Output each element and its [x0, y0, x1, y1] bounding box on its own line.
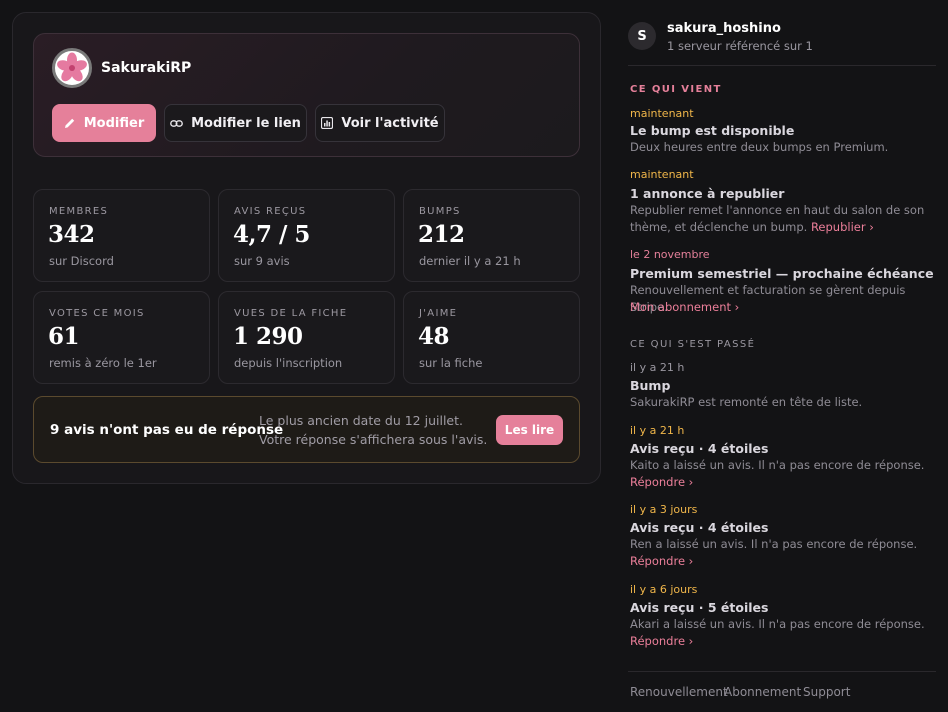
stat-label: AVIS REÇUS: [234, 206, 307, 217]
footer-link-renewal[interactable]: Renouvellement: [630, 685, 728, 699]
link-icon: [170, 119, 183, 127]
stat-label: VUES DE LA FICHE: [234, 308, 348, 319]
republish-link[interactable]: Republier ›: [811, 220, 874, 234]
stat-card-likes: J'AIME 48 sur la fiche: [403, 291, 580, 384]
stat-label: MEMBRES: [49, 206, 109, 217]
divider: [628, 671, 936, 672]
stat-card-views: VUES DE LA FICHE 1 290 depuis l'inscript…: [218, 291, 395, 384]
footer-link-support[interactable]: Support: [803, 685, 850, 699]
stat-sub: remis à zéro le 1er: [49, 356, 157, 370]
event-title: 1 annonce à republier: [630, 186, 785, 201]
user-servers-count: 1 serveur référencé sur 1: [667, 39, 813, 53]
stat-sub: sur la fiche: [419, 356, 483, 370]
read-reviews-button[interactable]: Les lire: [496, 415, 563, 445]
event-time: il y a 3 jours: [630, 503, 698, 516]
event-title: Avis reçu · 4 étoiles: [630, 441, 769, 456]
upcoming-heading: CE QUI VIENT: [630, 84, 722, 95]
event-desc: Deux heures entre deux bumps en Premium.: [630, 140, 889, 154]
reply-link[interactable]: Répondre ›: [630, 553, 938, 570]
event-desc: Kaito a laissé un avis. Il n'a pas encor…: [630, 458, 925, 472]
event-desc: Akari a laissé un avis. Il n'a pas encor…: [630, 617, 925, 631]
stat-card-members: MEMBRES 342 sur Discord: [33, 189, 210, 282]
bar-chart-icon: [321, 117, 334, 129]
event-time: il y a 6 jours: [630, 583, 698, 596]
event-desc-text: Republier remet l'annonce en haut du sal…: [630, 203, 925, 234]
server-avatar: [52, 48, 92, 88]
view-activity-button-label: Voir l'activité: [341, 115, 439, 131]
stat-label: J'AIME: [419, 308, 458, 319]
edit-button[interactable]: Modifier: [52, 104, 156, 142]
user-avatar[interactable]: S: [628, 22, 656, 50]
event-desc: SakurakiRP est remonté en tête de liste.: [630, 395, 863, 409]
sakura-logo-icon: [57, 52, 87, 82]
edit-button-label: Modifier: [83, 115, 145, 131]
stat-value: 61: [48, 323, 80, 350]
alert-text: Le plus ancien date du 12 juillet. Votre…: [259, 413, 488, 447]
event-title: Avis reçu · 4 étoiles: [630, 520, 769, 535]
stat-label: VOTES CE MOIS: [49, 308, 145, 319]
edit-link-button[interactable]: Modifier le lien: [164, 104, 307, 142]
unanswered-reviews-alert: 9 avis n'ont pas eu de réponse Le plus a…: [33, 396, 580, 463]
stat-sub: depuis l'inscription: [234, 356, 343, 370]
event-title: Avis reçu · 5 étoiles: [630, 600, 769, 615]
pencil-icon: [64, 118, 74, 128]
stat-sub: dernier il y a 21 h: [419, 254, 521, 268]
view-activity-button[interactable]: Voir l'activité: [315, 104, 445, 142]
event-time: le 2 novembre: [630, 248, 710, 261]
stat-card-reviews: AVIS REÇUS 4,7 / 5 sur 9 avis: [218, 189, 395, 282]
stat-card-votes: VOTES CE MOIS 61 remis à zéro le 1er: [33, 291, 210, 384]
alert-title: 9 avis n'ont pas eu de réponse: [50, 422, 284, 438]
event-desc: Republier remet l'annonce en haut du sal…: [630, 202, 938, 236]
divider: [628, 65, 936, 66]
stat-value: 1 290: [233, 323, 303, 350]
user-name: sakura_hoshino: [667, 21, 781, 36]
event-time: il y a 21 h: [630, 361, 685, 374]
server-card: SakurakiRP Modifier Modifier le lien Voi…: [33, 33, 580, 157]
subscription-link[interactable]: Mon abonnement ›: [630, 299, 938, 316]
stat-value: 48: [418, 323, 450, 350]
main-panel: SakurakiRP Modifier Modifier le lien Voi…: [12, 12, 601, 484]
event-time: il y a 21 h: [630, 424, 685, 437]
server-name: SakurakiRP: [101, 60, 192, 76]
event-desc: Ren a laissé un avis. Il n'a pas encore …: [630, 537, 918, 551]
stat-value: 4,7 / 5: [233, 221, 310, 248]
event-title: Bump: [630, 378, 671, 393]
reply-link[interactable]: Répondre ›: [630, 633, 938, 650]
footer-link-subscription[interactable]: Abonnement: [724, 685, 801, 699]
stat-sub: sur Discord: [49, 254, 114, 268]
stat-card-bumps: BUMPS 212 dernier il y a 21 h: [403, 189, 580, 282]
event-title: Premium semestriel — prochaine échéance: [630, 266, 934, 281]
past-heading: CE QUI S'EST PASSÉ: [630, 339, 756, 350]
stat-sub: sur 9 avis: [234, 254, 290, 268]
stat-label: BUMPS: [419, 206, 461, 217]
event-time: maintenant: [630, 168, 694, 181]
event-time: maintenant: [630, 107, 694, 120]
stat-value: 212: [418, 221, 465, 248]
reply-link[interactable]: Répondre ›: [630, 474, 938, 491]
stat-value: 342: [48, 221, 95, 248]
event-title: Le bump est disponible: [630, 123, 795, 138]
edit-link-button-label: Modifier le lien: [191, 115, 301, 131]
